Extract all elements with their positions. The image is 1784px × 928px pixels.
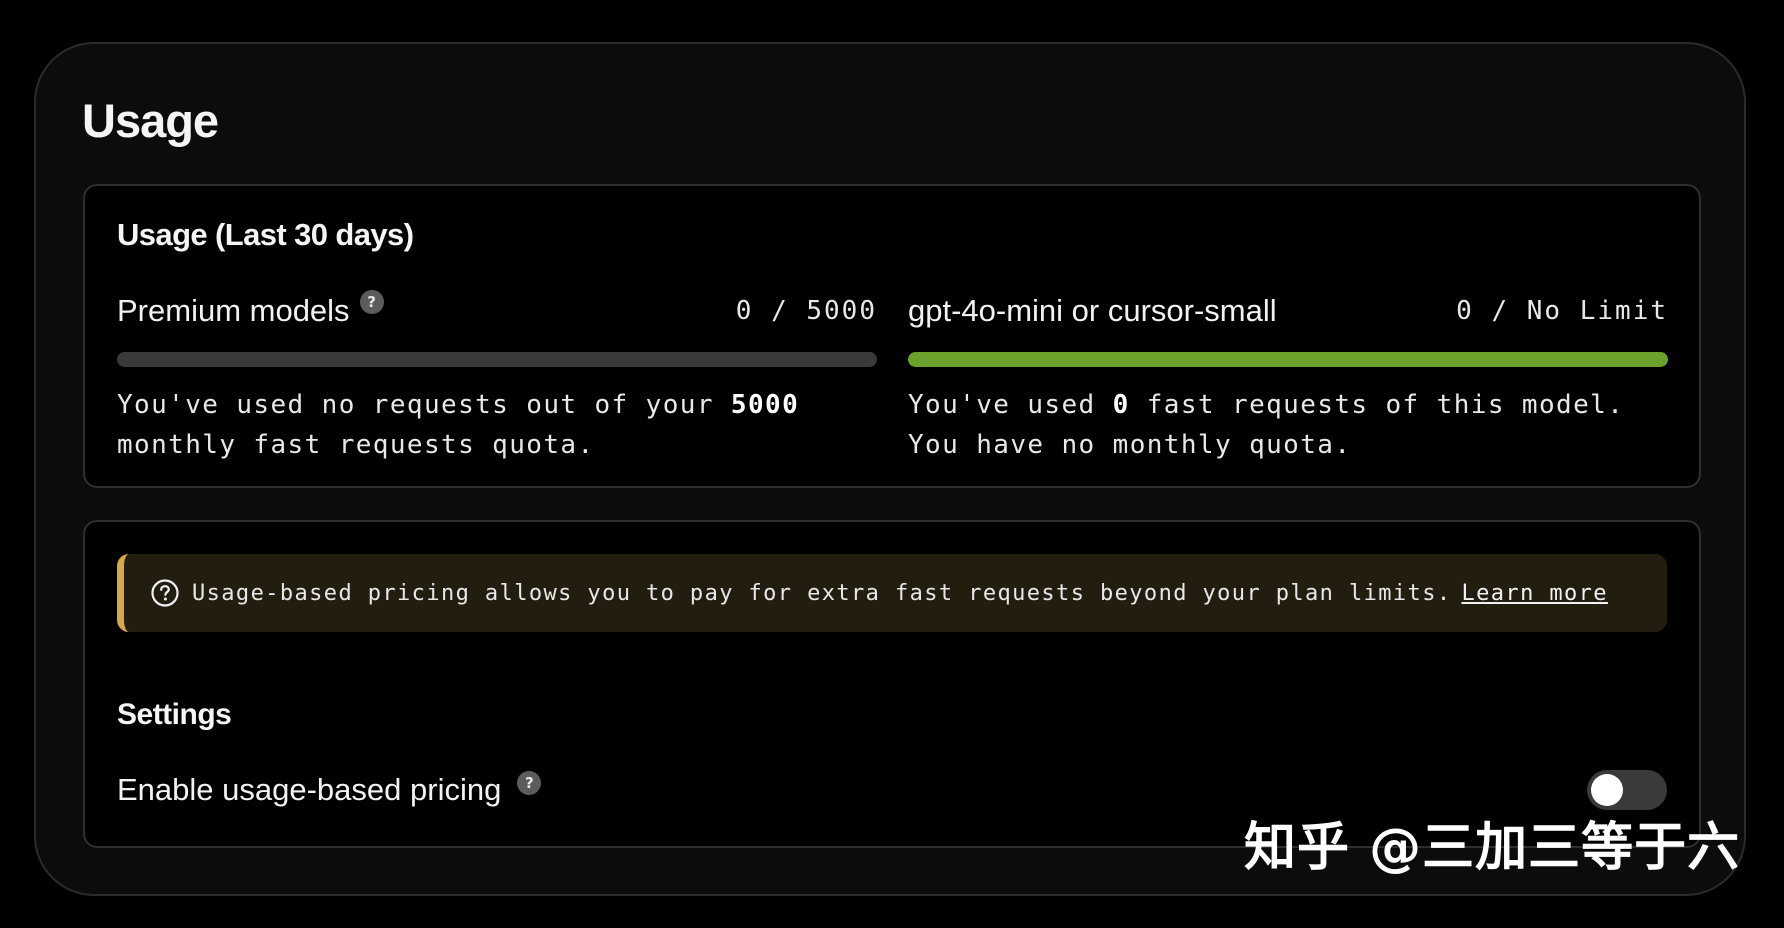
small-models-label: gpt-4o-mini or cursor-small — [908, 293, 1277, 328]
premium-models-meter: Premium models ? 0 / 5000 You've used no… — [117, 290, 877, 465]
premium-quota-value: 5000 — [730, 390, 800, 420]
learn-more-link[interactable]: Learn more — [1461, 581, 1607, 606]
small-used-value: 0 — [1112, 390, 1130, 420]
small-models-count: 0 / No Limit — [1456, 296, 1668, 326]
premium-desc-text-end: monthly fast requests quota. — [117, 430, 595, 460]
small-models-progress-bar — [908, 352, 1668, 367]
premium-models-description: You've used no requests out of your 5000… — [117, 385, 877, 465]
question-mark-icon[interactable]: ? — [517, 771, 542, 795]
page-title: Usage — [82, 94, 219, 147]
callout-text: Usage-based pricing allows you to pay fo… — [192, 580, 1452, 606]
premium-models-label: Premium models — [117, 293, 350, 328]
pricing-panel: Usage-based pricing allows you to pay fo… — [83, 520, 1701, 848]
small-models-meter: gpt-4o-mini or cursor-small 0 / No Limit… — [908, 290, 1668, 465]
question-mark-icon[interactable]: ? — [359, 290, 384, 314]
usage-pricing-callout: Usage-based pricing allows you to pay fo… — [117, 554, 1667, 632]
usage-panel-title: Usage (Last 30 days) — [117, 217, 414, 252]
premium-models-count: 0 / 5000 — [735, 296, 877, 326]
usage-pricing-toggle[interactable] — [1587, 770, 1667, 810]
toggle-knob — [1591, 774, 1623, 806]
question-circle-icon — [151, 579, 179, 607]
premium-models-label-wrap: Premium models ? — [117, 290, 384, 332]
small-models-label-wrap: gpt-4o-mini or cursor-small — [908, 290, 1277, 332]
settings-title: Settings — [117, 698, 232, 731]
usage-pricing-setting-row: Enable usage-based pricing ? — [117, 766, 1667, 814]
small-models-description: You've used 0 fast requests of this mode… — [908, 385, 1668, 465]
small-desc-text: You've used — [908, 390, 1113, 420]
usage-pricing-label-wrap: Enable usage-based pricing ? — [117, 769, 542, 811]
premium-models-header: Premium models ? 0 / 5000 — [117, 290, 877, 332]
small-models-progress-fill — [908, 352, 1668, 367]
watermark: 知乎 @三加三等于六 — [1244, 818, 1741, 878]
usage-pricing-label: Enable usage-based pricing — [117, 772, 502, 807]
small-models-header: gpt-4o-mini or cursor-small 0 / No Limit — [908, 290, 1668, 332]
usage-panel: Usage (Last 30 days) Premium models ? 0 … — [83, 184, 1701, 488]
premium-desc-text: You've used no requests out of your — [117, 390, 731, 420]
premium-models-progress-bar — [117, 352, 877, 367]
